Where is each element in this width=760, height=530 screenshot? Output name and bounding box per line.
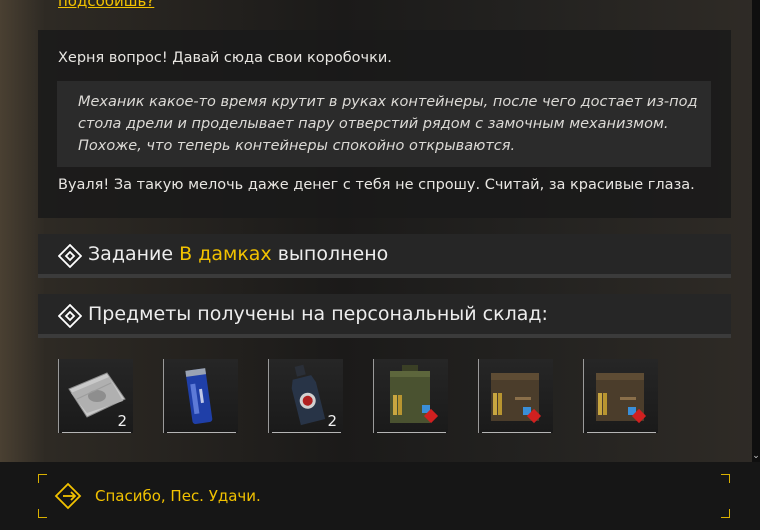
quest-complete-text: Задание В дамках выполнено	[88, 243, 388, 265]
diamond-quest-icon	[58, 304, 82, 328]
brown-ammo-box-icon	[596, 373, 647, 424]
npc-line-2: Вуаля! За такую мелочь даже денег с тебя…	[58, 177, 695, 193]
quest-name: В дамках	[179, 243, 272, 265]
reply-text: Спасибо, Пес. Удачи.	[95, 487, 261, 505]
items-received-banner: Предметы получены на персональный склад:	[38, 294, 731, 338]
reward-item-green-ammo-box[interactable]	[373, 359, 448, 433]
brown-ammo-box-icon	[491, 373, 542, 424]
corner-bracket	[721, 474, 730, 483]
scrollbar[interactable]	[752, 0, 760, 462]
action-description-text: Механик какое-то время крутит в руках ко…	[78, 94, 698, 154]
corner-bracket	[38, 474, 47, 483]
npc-line-1: Херня вопрос! Давай сюда свои коробочки.	[58, 50, 392, 66]
green-ammo-box-icon	[390, 365, 439, 424]
previous-player-line: подсобишь?	[58, 0, 155, 10]
reply-option[interactable]: Спасибо, Пес. Удачи.	[50, 476, 450, 516]
items-received-text: Предметы получены на персональный склад:	[88, 303, 548, 325]
reward-item-brown-ammo-box-1[interactable]	[478, 359, 553, 433]
action-description-box: Механик какое-то время крутит в руках ко…	[57, 81, 711, 167]
diamond-quest-icon	[58, 244, 82, 268]
quest-complete-banner: Задание В дамках выполнено	[38, 234, 731, 278]
quest-suffix: выполнено	[277, 243, 389, 265]
corner-bracket	[38, 509, 47, 518]
corner-bracket	[721, 509, 730, 518]
reward-item-medical-bottle[interactable]: 2	[268, 359, 343, 433]
reward-item-money[interactable]: 2	[58, 359, 133, 433]
reward-item-brown-ammo-box-2[interactable]	[583, 359, 658, 433]
energy-drink-can-icon	[185, 368, 213, 425]
reply-bar: Спасибо, Пес. Удачи.	[0, 462, 760, 530]
reward-item-energy-drink[interactable]	[163, 359, 238, 433]
item-count: 2	[117, 412, 127, 430]
scroll-down-icon[interactable]: ⌄	[752, 450, 760, 462]
item-count: 2	[327, 412, 337, 430]
quest-prefix: Задание	[88, 243, 174, 265]
dialog-box: Херня вопрос! Давай сюда свои коробочки.…	[38, 30, 731, 218]
exit-reply-icon	[54, 482, 82, 510]
